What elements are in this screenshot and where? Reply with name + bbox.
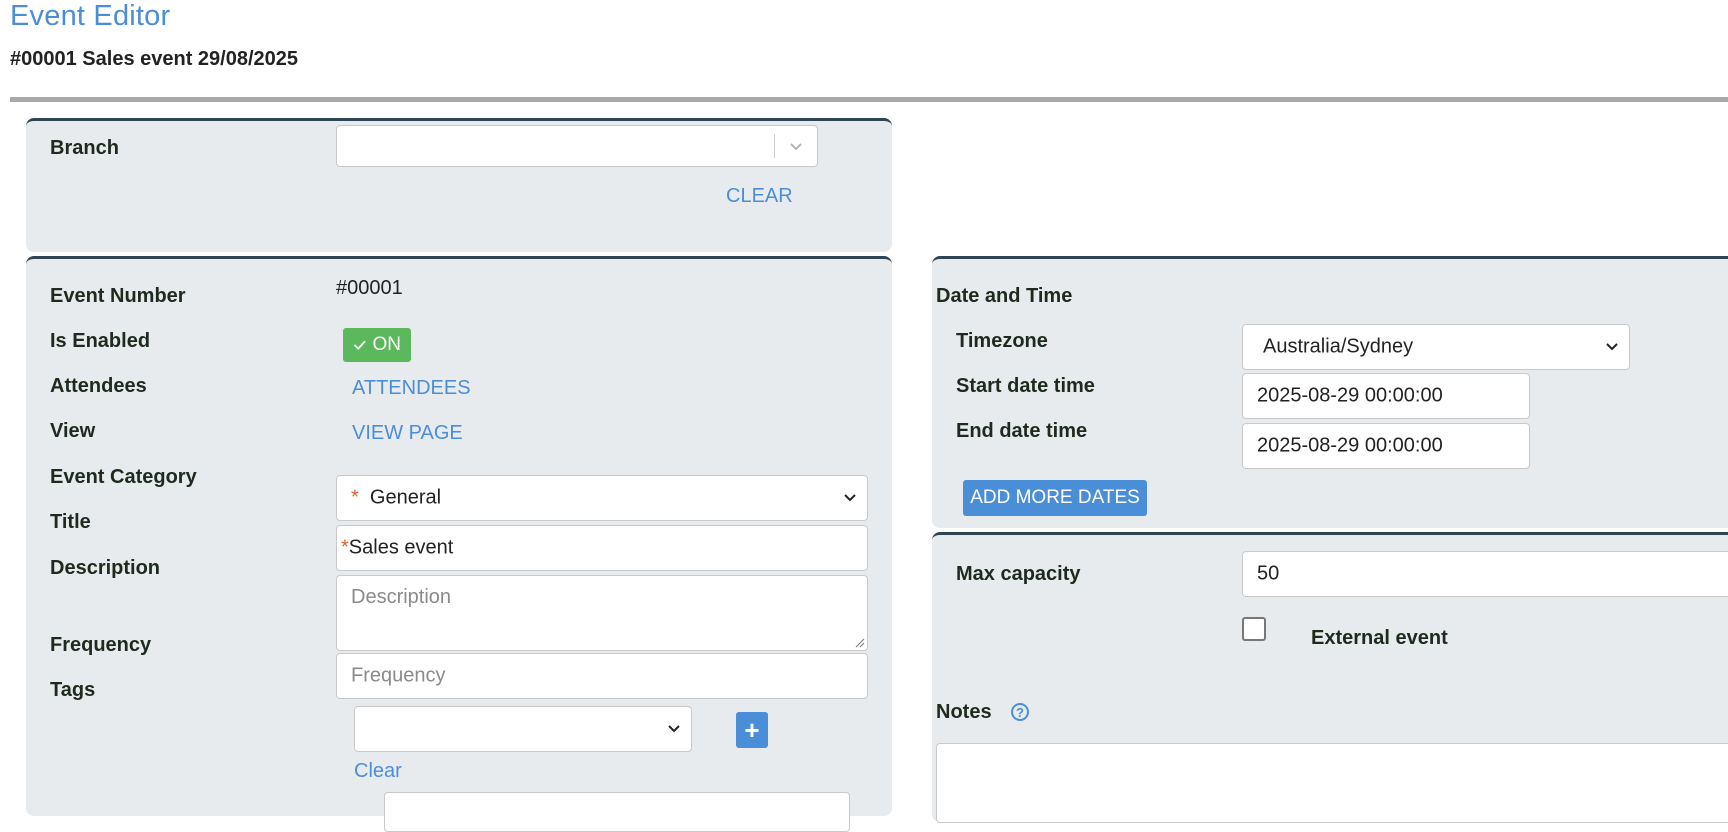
attendees-link[interactable]: ATTENDEES [352,377,471,400]
timezone-select[interactable]: Australia/Sydney [1242,324,1630,370]
notes-label: Notes [936,701,992,723]
event-category-value: General [369,486,442,509]
required-marker: * [351,486,359,509]
chevron-down-icon [790,143,802,151]
header-divider [10,97,1728,102]
branch-panel: Branch CLEAR [26,118,892,252]
partial-field-below-tags[interactable] [384,792,850,832]
event-category-label: Event Category [50,466,197,488]
start-date-time-input[interactable]: 2025-08-29 00:00:00 [1242,373,1530,419]
help-icon[interactable]: ? [1011,703,1029,721]
end-date-time-input[interactable]: 2025-08-29 00:00:00 [1242,423,1530,469]
frequency-label: Frequency [50,634,152,656]
description-label: Description [50,557,161,579]
date-time-panel: Date and Time Timezone Australia/Sydney … [932,256,1728,528]
end-date-time-value: 2025-08-29 00:00:00 [1257,434,1443,457]
event-number-label: Event Number [50,285,186,307]
event-details-panel: Event Number #00001 Is Enabled ON Attend… [26,256,892,832]
tags-label: Tags [50,679,96,701]
event-category-select[interactable]: * General [336,475,868,521]
attendees-label: Attendees [50,375,147,397]
external-event-checkbox[interactable] [1242,617,1266,641]
branch-select-separator [774,134,775,158]
max-capacity-label: Max capacity [956,563,1081,585]
branch-clear-button[interactable]: CLEAR [726,185,793,208]
timezone-value: Australia/Sydney [1263,335,1414,358]
max-capacity-input[interactable]: 50 [1242,551,1728,597]
add-tag-button[interactable]: + [736,712,768,748]
title-label: Title [50,511,91,533]
branch-label: Branch [50,137,119,159]
external-event-label: External event [1311,627,1448,649]
max-capacity-value: 50 [1257,562,1280,585]
toggle-label: ON [372,334,402,355]
start-date-time-label: Start date time [956,375,1095,397]
chevron-down-icon [668,725,680,733]
resize-grip-icon[interactable] [855,638,865,648]
page-title: Event Editor [10,0,171,32]
frequency-input[interactable]: Frequency [336,653,868,699]
tags-clear-link[interactable]: Clear [354,760,402,783]
chevron-down-icon [1606,343,1618,351]
is-enabled-label: Is Enabled [50,330,151,352]
description-textarea[interactable]: Description [336,575,868,651]
notes-editor[interactable] [936,743,1728,823]
tags-select[interactable] [354,706,692,752]
required-marker: * [341,536,349,559]
event-number-value: #00001 [336,277,403,299]
add-more-dates-button[interactable]: ADD MORE DATES [963,480,1147,516]
date-time-section-label: Date and Time [936,285,1073,307]
capacity-panel: Max capacity 50 External event Notes ? [932,532,1728,823]
timezone-label: Timezone [956,330,1048,352]
is-enabled-toggle[interactable]: ON [343,328,411,362]
end-date-time-label: End date time [956,420,1088,442]
frequency-placeholder: Frequency [351,664,446,687]
title-input-value: Sales event [348,536,454,559]
start-date-time-value: 2025-08-29 00:00:00 [1257,384,1443,407]
description-placeholder: Description [351,586,452,608]
branch-select[interactable] [336,125,818,167]
event-subtitle: #00001 Sales event 29/08/2025 [10,48,299,70]
checkmark-icon [353,340,366,351]
title-input[interactable]: *Sales event [336,525,868,571]
view-page-link[interactable]: VIEW PAGE [352,422,463,445]
chevron-down-icon [844,494,856,502]
view-label: View [50,420,96,442]
